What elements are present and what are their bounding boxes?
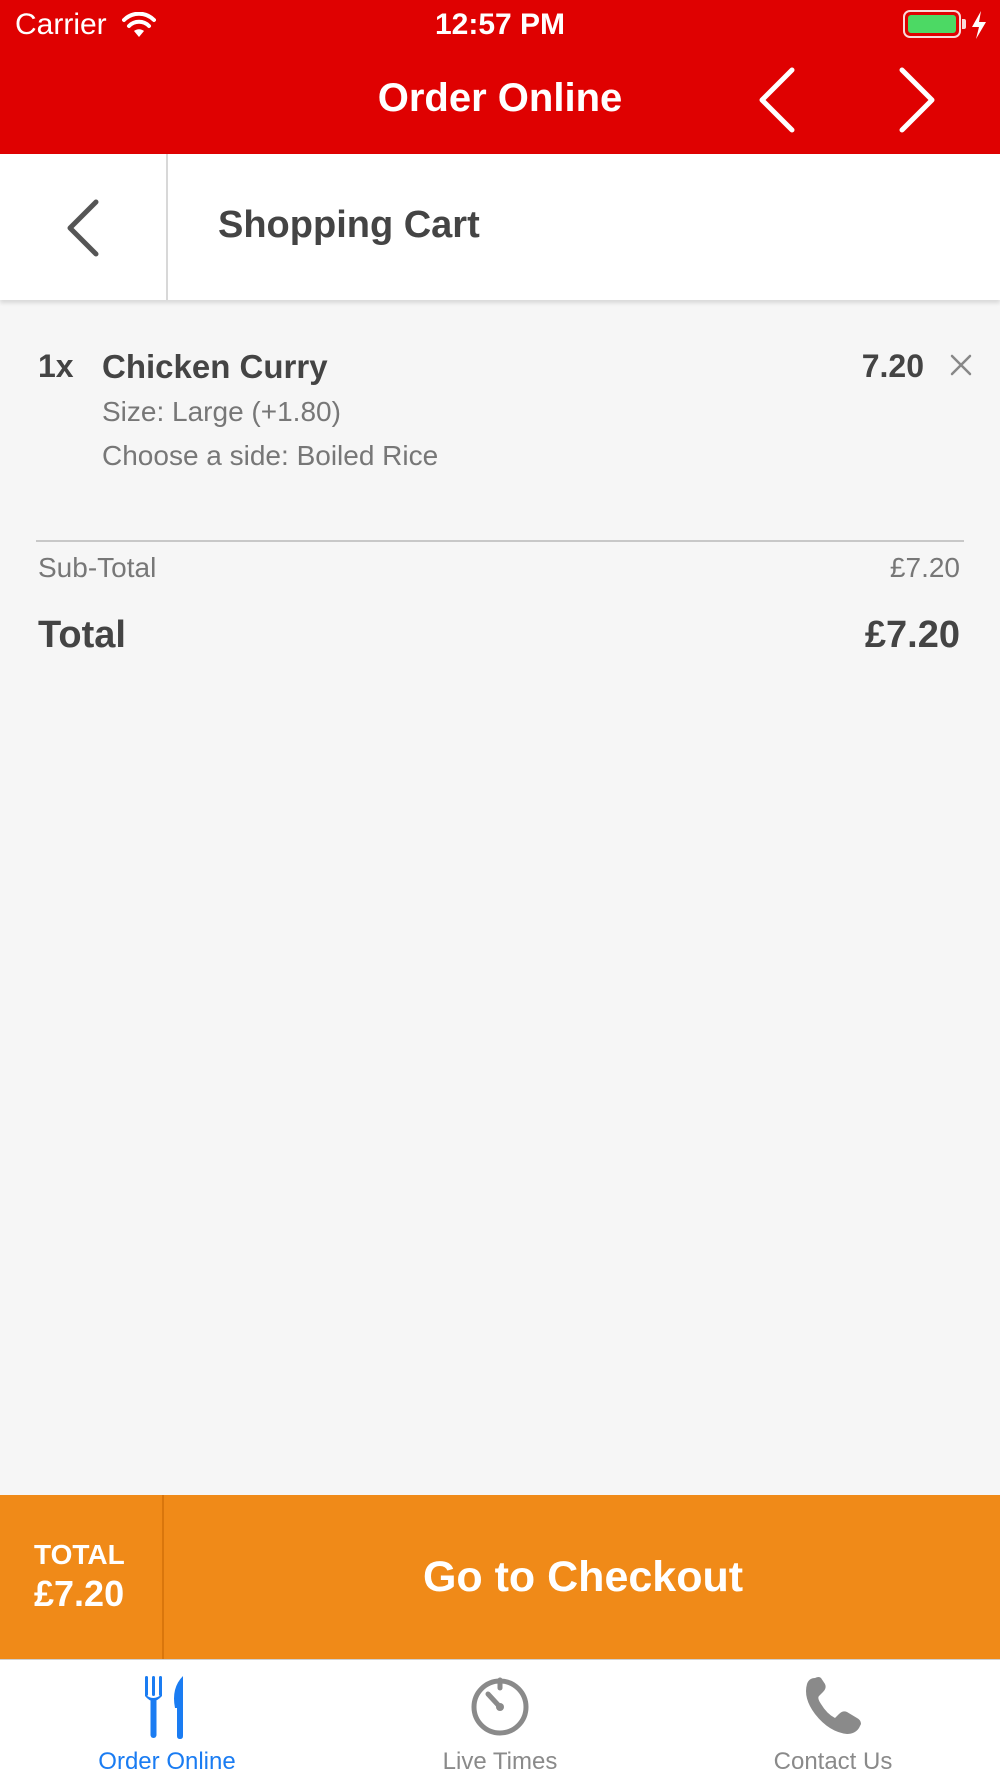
tab-order-online[interactable]: Order Online bbox=[0, 1660, 334, 1778]
total-value: £7.20 bbox=[864, 614, 960, 656]
status-bar: Carrier 12:57 PM bbox=[0, 0, 1000, 52]
cart-item: 1x Chicken Curry 7.20 Size: Large (+1.80… bbox=[0, 300, 1000, 540]
status-time: 12:57 PM bbox=[434, 8, 566, 41]
tab-live-times[interactable]: Live Times bbox=[333, 1660, 667, 1778]
checkout-total-value: £7.20 bbox=[34, 1573, 125, 1614]
top-bar: Carrier 12:57 PM Order Online bbox=[0, 0, 1000, 154]
tab-bar: Order Online Live Times Contact Us bbox=[0, 1659, 1000, 1778]
checkout-button[interactable]: Go to Checkout bbox=[166, 1495, 1000, 1659]
chevron-right-icon bbox=[899, 67, 935, 133]
nav-prev-button[interactable] bbox=[752, 64, 802, 136]
subtotal-value: £7.20 bbox=[889, 552, 960, 583]
checkout-bar: TOTAL £7.20 Go to Checkout bbox=[0, 1495, 1000, 1659]
total-label: Total bbox=[38, 614, 126, 656]
tab-label: Contact Us bbox=[773, 1748, 893, 1775]
item-option: Choose a side: Boiled Rice bbox=[102, 440, 439, 471]
chevron-left-icon bbox=[759, 67, 795, 133]
item-price: 7.20 bbox=[861, 348, 924, 384]
cart-header: Shopping Cart bbox=[0, 154, 1000, 300]
chevron-left-icon bbox=[67, 199, 99, 257]
phone-icon bbox=[806, 1677, 861, 1734]
item-name: Chicken Curry bbox=[102, 348, 328, 385]
tab-label: Order Online bbox=[98, 1748, 236, 1775]
battery-icon bbox=[903, 10, 961, 38]
nav-next-button[interactable] bbox=[892, 64, 942, 136]
divider bbox=[36, 540, 964, 542]
item-option: Size: Large (+1.80) bbox=[102, 396, 341, 427]
close-icon[interactable] bbox=[946, 350, 976, 380]
page-title: Shopping Cart bbox=[218, 204, 480, 246]
tab-contact-us[interactable]: Contact Us bbox=[666, 1660, 1000, 1778]
timer-icon bbox=[471, 1677, 529, 1736]
checkout-total-label: TOTAL bbox=[34, 1539, 125, 1570]
checkout-total: TOTAL £7.20 bbox=[0, 1495, 164, 1659]
back-button[interactable] bbox=[0, 154, 168, 300]
nav-title: Order Online bbox=[377, 76, 623, 120]
charging-bolt-icon bbox=[972, 11, 986, 39]
item-quantity: 1x bbox=[38, 348, 74, 384]
fork-knife-icon bbox=[145, 1676, 183, 1739]
subtotal-label: Sub-Total bbox=[38, 552, 157, 583]
tab-label: Live Times bbox=[442, 1748, 558, 1775]
battery-tip bbox=[962, 19, 966, 29]
